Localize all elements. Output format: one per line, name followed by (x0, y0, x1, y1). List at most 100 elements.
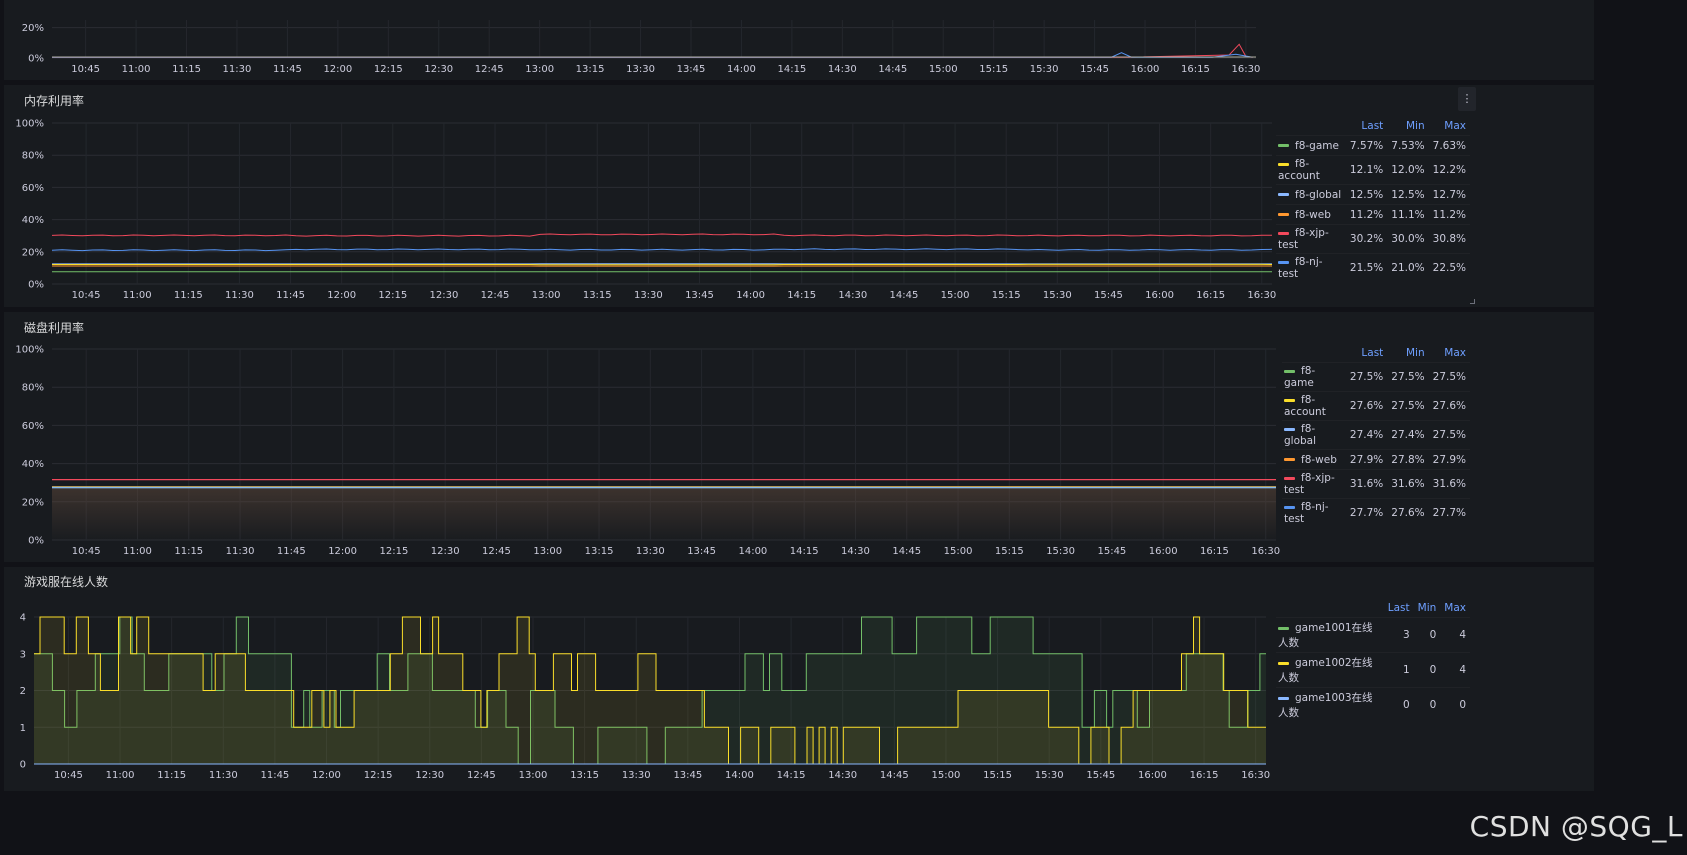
legend-row[interactable]: f8-web 11.2% 11.1% 11.2% (1276, 204, 1470, 225)
legend-header-max[interactable]: Max (1429, 117, 1470, 136)
x-tick-label: 14:30 (841, 546, 870, 557)
x-tick-label: 12:00 (328, 546, 357, 557)
legend-last: 30.2% (1345, 224, 1388, 254)
legend-header-min[interactable]: Min (1387, 117, 1428, 136)
legend-header-max[interactable]: Max (1429, 344, 1470, 363)
x-tick-label: 14:30 (828, 770, 857, 781)
legend-max: 12.2% (1428, 155, 1470, 185)
legend-series-name[interactable]: f8-account (1282, 391, 1346, 421)
legend-series-name[interactable]: f8-game (1276, 135, 1346, 156)
x-tick-label: 12:15 (364, 770, 393, 781)
x-tick-label: 16:00 (1138, 770, 1167, 781)
watermark: CSDN @SQG_L (1469, 810, 1683, 843)
x-tick-label: 12:30 (431, 546, 460, 557)
legend-series-name[interactable]: f8-global (1282, 420, 1346, 450)
legend-row[interactable]: f8-game 7.57% 7.53% 7.63% (1276, 135, 1470, 156)
x-tick-label: 11:00 (122, 64, 151, 75)
legend-last: 0 (1383, 687, 1414, 722)
legend-max: 22.5% (1428, 253, 1470, 282)
disk-panel: 磁盘利用率 0% 20% 40% 60% 80% 100% 10:45 11:00 11:15 1… (4, 312, 1594, 562)
x-tick-label: 13:15 (576, 64, 605, 75)
x-tick-label: 14:15 (777, 770, 806, 781)
resize-handle[interactable] (1470, 299, 1475, 304)
x-tick-label: 15:45 (1094, 290, 1123, 301)
legend-row[interactable]: f8-nj-test 21.5% 21.0% 22.5% (1276, 253, 1470, 282)
legend-min: 27.5% (1387, 391, 1429, 421)
legend-series-name[interactable]: game1002在线人数 (1276, 652, 1384, 688)
legend-swatch (1278, 626, 1289, 630)
x-tick-label: 12:15 (378, 290, 407, 301)
legend-header-name (1276, 117, 1346, 136)
legend-row[interactable]: f8-global 27.4% 27.4% 27.5% (1282, 420, 1470, 450)
legend-min: 27.5% (1387, 362, 1429, 392)
x-tick-label: 12:00 (312, 770, 341, 781)
legend-series-name[interactable]: game1003在线人数 (1276, 687, 1384, 722)
legend-swatch (1284, 505, 1295, 509)
series-line (52, 43, 1253, 58)
disk-legend: Last Min Max f8-game 27.5% 27.5% 27.5% f8-accou… (1282, 344, 1470, 527)
legend-series-name[interactable]: f8-xjp-test (1282, 469, 1346, 499)
x-tick-label: 13:45 (687, 546, 716, 557)
x-tick-label: 14:45 (892, 546, 921, 557)
legend-series-name[interactable]: game1001在线人数 (1276, 617, 1384, 653)
legend-series-name[interactable]: f8-account (1276, 155, 1346, 185)
legend-row[interactable]: f8-nj-test 27.7% 27.6% 27.7% (1282, 498, 1470, 527)
legend-min: 27.4% (1387, 420, 1429, 450)
legend-header-max[interactable]: Max (1440, 599, 1470, 618)
legend-row[interactable]: game1002在线人数 1 0 4 (1276, 652, 1470, 688)
legend-min: 11.1% (1387, 204, 1429, 225)
x-tick-label: 11:45 (276, 290, 305, 301)
legend-header-min[interactable]: Min (1387, 344, 1428, 363)
legend-series-name[interactable]: f8-nj-test (1282, 498, 1346, 527)
x-tick-label: 12:30 (415, 770, 444, 781)
x-tick-label: 13:30 (622, 770, 651, 781)
legend-row[interactable]: game1003在线人数 0 0 0 (1276, 687, 1470, 722)
legend-series-name[interactable]: f8-xjp-test (1276, 224, 1346, 254)
legend-last: 27.4% (1345, 420, 1388, 450)
x-tick-label: 13:30 (636, 546, 665, 557)
legend-row[interactable]: f8-global 12.5% 12.5% 12.7% (1276, 184, 1470, 205)
x-tick-label: 14:30 (838, 290, 867, 301)
legend-swatch (1278, 661, 1289, 665)
x-tick-label: 13:00 (533, 546, 562, 557)
legend-series-name[interactable]: f8-nj-test (1276, 253, 1346, 282)
legend-swatch (1284, 476, 1295, 480)
legend-row[interactable]: f8-web 27.9% 27.8% 27.9% (1282, 449, 1470, 470)
x-tick-label: 11:45 (260, 770, 289, 781)
x-tick-label: 14:00 (736, 290, 765, 301)
x-tick-label: 14:00 (738, 546, 767, 557)
legend-series-name[interactable]: f8-global (1276, 184, 1346, 205)
legend-min: 0 (1413, 652, 1441, 688)
legend-max: 31.6% (1428, 469, 1470, 499)
legend-series-name[interactable]: f8-web (1282, 449, 1346, 470)
legend-last: 3 (1383, 617, 1414, 653)
x-tick-label: 15:45 (1097, 546, 1126, 557)
x-tick-label: 13:00 (532, 290, 561, 301)
legend-row[interactable]: f8-game 27.5% 27.5% 27.5% (1282, 362, 1470, 392)
legend-row[interactable]: f8-account 12.1% 12.0% 12.2% (1276, 155, 1470, 185)
players-panel: 游戏服在线人数 0 1 2 3 4 10:45 11:00 11:15 11:30 11:45 12… (4, 567, 1594, 791)
series-line (51, 233, 1273, 237)
x-tick-label: 12:30 (424, 64, 453, 75)
legend-row[interactable]: f8-account 27.6% 27.5% 27.6% (1282, 391, 1470, 421)
legend-header: Last Min Max (1276, 117, 1470, 136)
legend-last: 21.5% (1345, 253, 1388, 282)
legend-series-name[interactable]: f8-game (1282, 362, 1346, 392)
legend-header-last[interactable]: Last (1346, 117, 1387, 136)
legend-swatch (1278, 260, 1289, 264)
x-tick-label: 11:45 (273, 64, 302, 75)
legend-swatch (1278, 696, 1289, 700)
legend-header-last[interactable]: Last (1384, 599, 1414, 618)
x-tick-label: 15:30 (1035, 770, 1064, 781)
legend-row[interactable]: f8-xjp-test 30.2% 30.0% 30.8% (1276, 224, 1470, 254)
legend-header-min[interactable]: Min (1414, 599, 1441, 618)
x-tick-label: 15:15 (995, 546, 1024, 557)
legend-series-name[interactable]: f8-web (1276, 204, 1346, 225)
legend-row[interactable]: game1001在线人数 3 0 4 (1276, 617, 1470, 653)
legend-max: 7.63% (1428, 135, 1470, 156)
x-tick-label: 11:00 (106, 770, 135, 781)
series-line (51, 248, 1273, 252)
legend-row[interactable]: f8-xjp-test 31.6% 31.6% 31.6% (1282, 469, 1470, 499)
y-tick-label: 0% (28, 54, 44, 65)
legend-header-last[interactable]: Last (1346, 344, 1387, 363)
